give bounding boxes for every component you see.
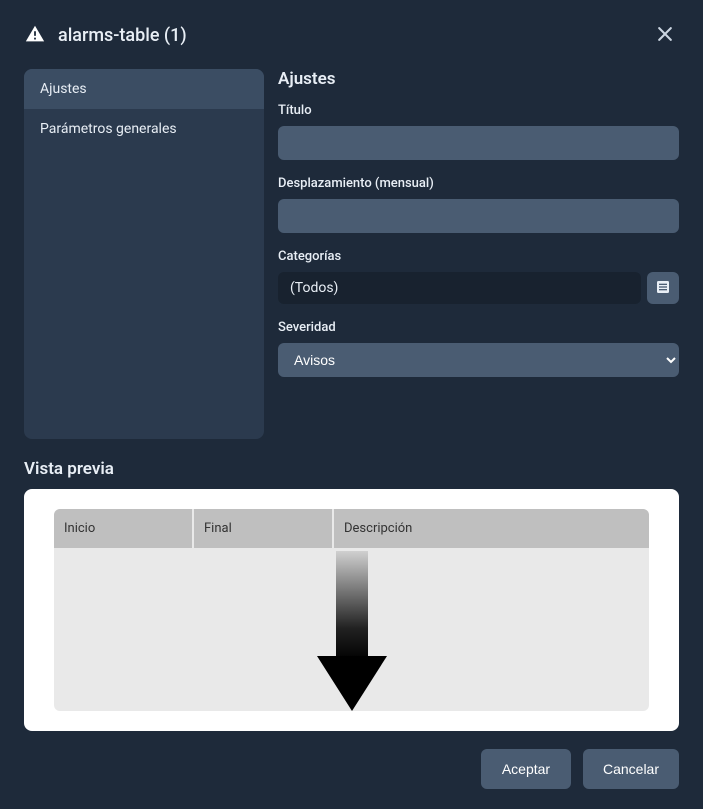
dialog-title: alarms-table (1) <box>58 25 187 46</box>
col-header-final: Final <box>194 509 334 548</box>
severidad-label: Severidad <box>278 320 679 335</box>
field-severidad: Severidad Avisos <box>278 320 679 377</box>
desplazamiento-label: Desplazamiento (mensual) <box>278 176 679 191</box>
field-categorias: Categorías (Todos) <box>278 249 679 304</box>
severidad-select[interactable]: Avisos <box>278 343 679 377</box>
sidebar-item-parametros[interactable]: Parámetros generales <box>24 109 264 149</box>
sidebar: Ajustes Parámetros generales <box>24 69 264 439</box>
accept-button[interactable]: Aceptar <box>481 749 571 789</box>
panel-title: Ajustes <box>278 69 679 89</box>
sidebar-item-label: Parámetros generales <box>40 121 177 137</box>
field-titulo: Título <box>278 103 679 160</box>
header-left: alarms-table (1) <box>24 23 187 49</box>
preview-title: Vista previa <box>24 459 679 479</box>
titulo-input[interactable] <box>278 126 679 160</box>
close-icon <box>655 24 675 47</box>
col-header-descripcion: Descripción <box>334 509 649 548</box>
desplazamiento-input[interactable] <box>278 199 679 233</box>
categorias-label: Categorías <box>278 249 679 264</box>
titulo-label: Título <box>278 103 679 118</box>
field-desplazamiento: Desplazamiento (mensual) <box>278 176 679 233</box>
dialog: alarms-table (1) Ajustes Parámetros gene… <box>0 0 703 809</box>
dialog-header: alarms-table (1) <box>24 20 679 51</box>
list-icon <box>655 279 671 298</box>
preview-section: Vista previa Inicio Final Descripción <box>24 459 679 731</box>
preview-inner: Inicio Final Descripción <box>54 509 649 711</box>
preview-table-header: Inicio Final Descripción <box>54 509 649 548</box>
warning-icon <box>24 23 46 49</box>
down-arrow-icon <box>317 551 387 711</box>
close-button[interactable] <box>651 20 679 51</box>
dialog-body: Ajustes Parámetros generales Ajustes Tít… <box>24 69 679 439</box>
settings-panel: Ajustes Título Desplazamiento (mensual) … <box>278 69 679 439</box>
cancel-button[interactable]: Cancelar <box>583 749 679 789</box>
sidebar-item-ajustes[interactable]: Ajustes <box>24 69 264 109</box>
dialog-footer: Aceptar Cancelar <box>24 749 679 789</box>
categorias-picker-button[interactable] <box>647 272 679 304</box>
sidebar-item-label: Ajustes <box>40 81 87 97</box>
col-header-inicio: Inicio <box>54 509 194 548</box>
preview-box: Inicio Final Descripción <box>24 489 679 731</box>
categorias-value: (Todos) <box>278 272 641 304</box>
